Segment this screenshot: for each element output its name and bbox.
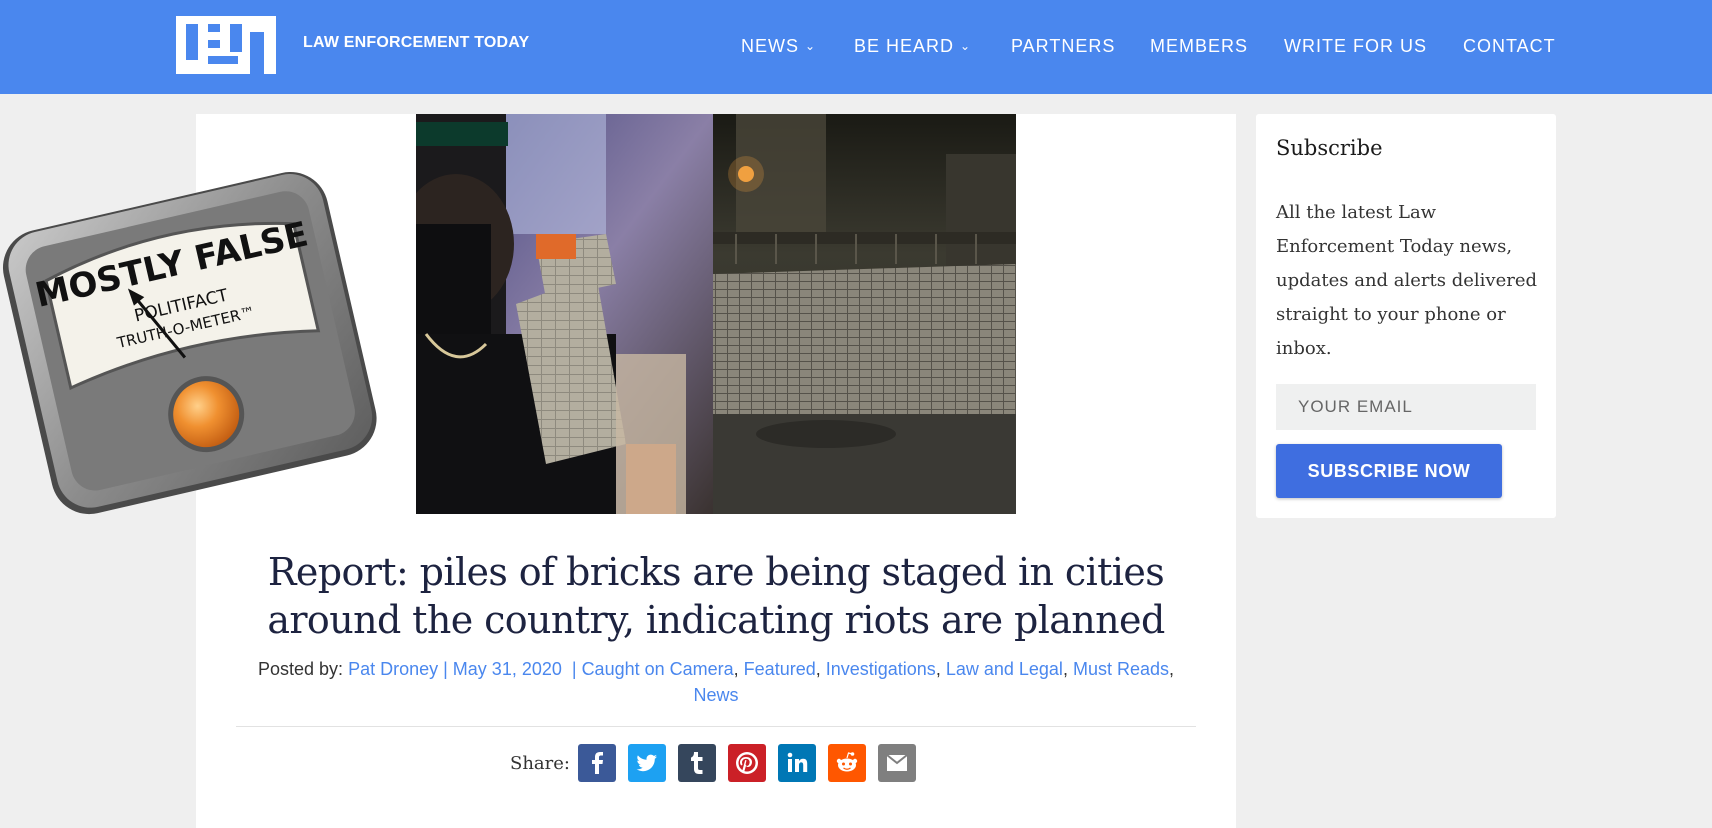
category-link[interactable]: News (693, 685, 738, 705)
category-link[interactable]: Caught on Camera (582, 659, 734, 679)
email-icon (886, 754, 908, 771)
nav-item-label: PARTNERS (1011, 36, 1116, 56)
site-header: LAW ENFORCEMENT TODAY NEWS ⌄ BE HEARD ⌄ PA… (0, 0, 1712, 94)
category-link[interactable]: Law and Legal (946, 659, 1063, 679)
category-link[interactable]: Must Reads (1073, 659, 1169, 679)
share-facebook-button[interactable] (578, 744, 616, 782)
bricks-photo (416, 114, 1016, 514)
main-nav: NEWS ⌄ BE HEARD ⌄ PARTNERS MEMBERS WRITE F… (0, 36, 1712, 60)
pinterest-icon (736, 752, 758, 774)
share-pinterest-button[interactable] (728, 744, 766, 782)
share-reddit-button[interactable] (828, 744, 866, 782)
nav-item-news[interactable]: NEWS ⌄ (741, 36, 816, 57)
share-linkedin-button[interactable] (778, 744, 816, 782)
share-twitter-button[interactable] (628, 744, 666, 782)
nav-item-label: MEMBERS (1150, 36, 1249, 56)
author-link[interactable]: Pat Droney (348, 659, 438, 679)
date-link[interactable]: May 31, 2020 (453, 659, 562, 679)
nav-item-label: WRITE FOR US (1284, 36, 1427, 56)
nav-item-partners[interactable]: PARTNERS (1011, 36, 1115, 57)
nav-item-label: NEWS (741, 36, 799, 56)
share-bar: Share: (0, 744, 1712, 782)
posted-by-label: Posted by: (257, 659, 344, 679)
subscribe-description: All the latest Law Enforcement Today new… (1276, 202, 1538, 359)
article-meta: Posted by: Pat Droney | May 31, 2020 | C… (257, 659, 1175, 705)
share-email-button[interactable] (878, 744, 916, 782)
tumblr-icon (691, 752, 703, 774)
share-label: Share: (510, 753, 570, 774)
chevron-down-icon: ⌄ (805, 39, 817, 53)
chevron-down-icon: ⌄ (960, 39, 972, 53)
email-field[interactable] (1276, 384, 1536, 430)
nav-item-label: CONTACT (1463, 36, 1556, 56)
nav-item-members[interactable]: MEMBERS (1150, 36, 1248, 57)
twitter-icon (636, 754, 657, 772)
article-title: Report: piles of bricks are being staged… (267, 550, 1165, 642)
nav-item-label: BE HEARD (854, 36, 955, 56)
truth-o-meter-badge: MOSTLY FALSE POLITIFACT TRUTH-O-METER™ (2, 171, 377, 515)
category-link[interactable]: Featured (744, 659, 816, 679)
nav-item-be-heard[interactable]: BE HEARD ⌄ (854, 36, 971, 57)
article-hero-image[interactable] (416, 114, 1016, 514)
linkedin-icon (787, 752, 808, 772)
subscribe-title: Subscribe (1276, 136, 1383, 160)
category-link[interactable]: Investigations (826, 659, 936, 679)
share-tumblr-button[interactable] (678, 744, 716, 782)
facebook-icon (592, 752, 603, 774)
divider (236, 726, 1196, 727)
nav-item-write-for-us[interactable]: WRITE FOR US (1284, 36, 1427, 57)
subscribe-button[interactable]: SUBSCRIBE NOW (1276, 444, 1502, 498)
nav-item-contact[interactable]: CONTACT (1463, 36, 1556, 57)
reddit-icon (836, 752, 858, 772)
